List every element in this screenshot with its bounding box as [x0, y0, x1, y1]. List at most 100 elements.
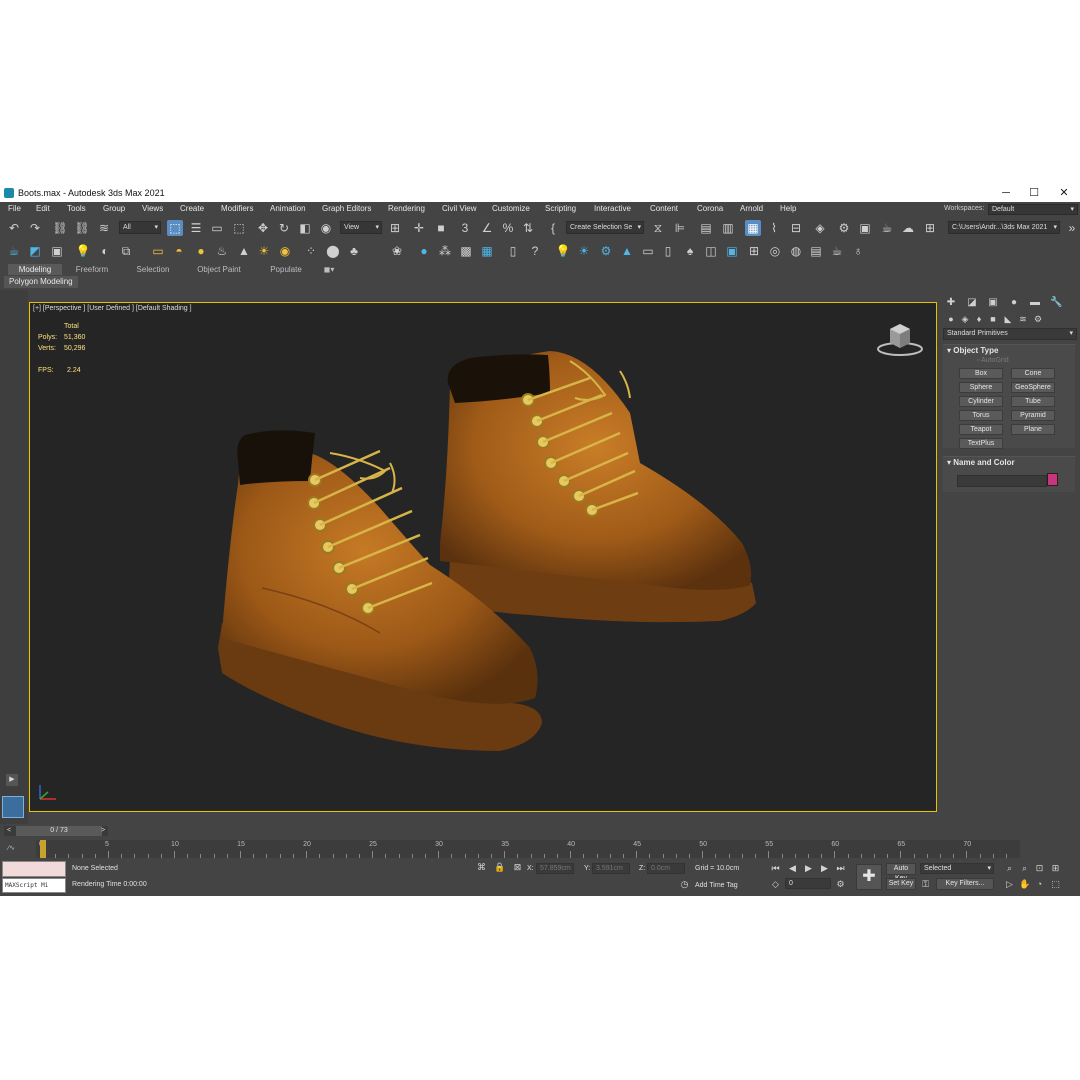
workspaces-select[interactable]: Default ▾: [988, 204, 1078, 215]
scale-icon[interactable]: ◧: [297, 220, 313, 236]
mirror-icon[interactable]: ⧖: [650, 220, 666, 236]
scatter-icon[interactable]: ⁘: [303, 243, 319, 259]
space-warps-icon[interactable]: ≋: [1018, 314, 1028, 324]
x-coordinate-field[interactable]: 57.859cm: [536, 863, 574, 874]
plant-icon[interactable]: ❀: [389, 243, 405, 259]
category-dropdown[interactable]: Standard Primitives ▾: [943, 328, 1077, 340]
arnold-bulb-icon[interactable]: ♁: [850, 243, 866, 259]
texture-icon[interactable]: ▩: [458, 243, 474, 259]
menu-graph-editors[interactable]: Graph Editors: [322, 204, 371, 213]
zoom-extents-all-icon[interactable]: ⊞: [1050, 863, 1061, 874]
sphere-button[interactable]: Sphere: [959, 382, 1003, 393]
maxscript-mini-listener[interactable]: MAXScript Mi: [2, 878, 66, 893]
reference-coordinate-dropdown[interactable]: View ▾: [340, 221, 382, 234]
undo-icon[interactable]: ↶: [6, 220, 22, 236]
arnold-mesh-light-icon[interactable]: ⚙: [598, 243, 614, 259]
time-configuration-icon[interactable]: ⚙: [835, 879, 846, 890]
maximize-viewport-icon[interactable]: ⬚: [1050, 879, 1061, 890]
lights-icon[interactable]: ♦: [974, 314, 984, 324]
previous-frame-icon[interactable]: ◀: [787, 863, 798, 874]
select-manipulate-icon[interactable]: ✛: [411, 220, 427, 236]
box-button[interactable]: Box: [959, 368, 1003, 379]
pyramid-button[interactable]: Pyramid: [1011, 410, 1055, 421]
arnold-denoise-icon[interactable]: ◍: [788, 243, 804, 259]
name-and-color-title[interactable]: ▾ Name and Color: [947, 458, 1015, 467]
textplus-button[interactable]: TextPlus: [959, 438, 1003, 449]
teapot-icon[interactable]: ☕: [6, 243, 22, 259]
menu-animation[interactable]: Animation: [270, 204, 306, 213]
tree-icon[interactable]: ♣: [346, 243, 362, 259]
scene-explorer-icon[interactable]: ▦: [745, 220, 761, 236]
curve-editor-icon[interactable]: ⌇: [766, 220, 782, 236]
named-selection-dropdown[interactable]: Create Selection Se ▾: [566, 221, 644, 234]
image-icon[interactable]: ▦: [479, 243, 495, 259]
arnold-ring-icon[interactable]: ◎: [767, 243, 783, 259]
tab-freeform[interactable]: Freeform: [66, 264, 118, 275]
ribbon-options-icon[interactable]: ◼▾: [318, 264, 340, 275]
pot-icon[interactable]: ♨: [214, 243, 230, 259]
arnold-cube-icon[interactable]: ▤: [808, 243, 824, 259]
redo-icon[interactable]: ↷: [27, 220, 43, 236]
object-type-title[interactable]: ▾ Object Type: [947, 346, 998, 355]
select-object-icon[interactable]: ⬚: [167, 220, 183, 236]
current-frame-marker[interactable]: [40, 840, 46, 858]
minimize-button[interactable]: ─: [995, 186, 1017, 200]
zoom-all-icon[interactable]: ⌕: [1019, 863, 1030, 874]
autogrid-checkbox[interactable]: ▫ AutoGrid: [977, 357, 1009, 364]
menu-rendering[interactable]: Rendering: [388, 204, 425, 213]
lock-selection-icon[interactable]: 🔒: [494, 862, 505, 873]
track-bar[interactable]: 0510152025303540455055606570: [36, 840, 1020, 858]
keyboard-shortcut-icon[interactable]: ■: [433, 220, 449, 236]
disk-light-icon[interactable]: ◉: [277, 243, 293, 259]
utilities-tab-icon[interactable]: 🔧: [1050, 297, 1062, 309]
current-frame-field[interactable]: 0: [785, 878, 831, 889]
angle-snap-icon[interactable]: ∠: [479, 220, 495, 236]
field-of-view-icon[interactable]: ▷: [1004, 879, 1015, 890]
tube-button[interactable]: Tube: [1011, 396, 1055, 407]
viewport-layout-tab[interactable]: [2, 796, 24, 818]
arnold-skydome-icon[interactable]: ☀: [576, 243, 592, 259]
time-tag-icon[interactable]: ◷: [679, 879, 690, 890]
go-to-end-icon[interactable]: ⏭: [835, 863, 846, 874]
proxy-icon[interactable]: ⬤: [325, 243, 341, 259]
pan-icon[interactable]: ✋: [1019, 879, 1030, 890]
polygon-modeling-panel[interactable]: Polygon Modeling: [4, 276, 78, 288]
geometry-icon[interactable]: ●: [946, 314, 956, 324]
camera-icon[interactable]: ◐: [97, 243, 113, 259]
spinner-snap-icon[interactable]: ⇅: [520, 220, 536, 236]
menu-create[interactable]: Create: [180, 204, 204, 213]
teapot-button[interactable]: Teapot: [959, 424, 1003, 435]
menu-scripting[interactable]: Scripting: [545, 204, 576, 213]
next-frame-icon[interactable]: ▶: [819, 863, 830, 874]
layer-explorer-icon[interactable]: ▤: [698, 220, 714, 236]
pivot-center-icon[interactable]: ⊞: [387, 220, 403, 236]
absolute-mode-icon[interactable]: ⊠: [512, 862, 523, 873]
tab-selection[interactable]: Selection: [126, 264, 180, 275]
motion-tab-icon[interactable]: ●: [1008, 297, 1020, 309]
menu-corona[interactable]: Corona: [697, 204, 723, 213]
window-crossing-icon[interactable]: ⬚: [231, 220, 247, 236]
tab-object-paint[interactable]: Object Paint: [188, 264, 250, 275]
help-icon[interactable]: ?: [527, 243, 543, 259]
maxscript-listener-output[interactable]: [2, 861, 66, 877]
object-name-field[interactable]: [957, 475, 1047, 487]
play-icon[interactable]: ▶: [803, 863, 814, 874]
move-icon[interactable]: ✥: [255, 220, 271, 236]
menu-tools[interactable]: Tools: [67, 204, 86, 213]
cameras-icon[interactable]: ■: [988, 314, 998, 324]
menu-views[interactable]: Views: [142, 204, 163, 213]
schematic-view-icon[interactable]: ⊟: [788, 220, 804, 236]
helpers-icon[interactable]: ◣: [1003, 314, 1013, 324]
arnold-shader-icon[interactable]: ◫: [703, 243, 719, 259]
cone-button[interactable]: Cone: [1011, 368, 1055, 379]
render-in-cloud-icon[interactable]: ☁: [900, 220, 916, 236]
set-key-button[interactable]: Set Key: [886, 878, 916, 890]
cylinder-button[interactable]: Cylinder: [959, 396, 1003, 407]
menu-edit[interactable]: Edit: [36, 204, 50, 213]
dome-light-icon[interactable]: ◓: [171, 243, 187, 259]
menu-help[interactable]: Help: [780, 204, 796, 213]
link-icon[interactable]: ⛓: [52, 220, 68, 236]
geosphere-button[interactable]: GeoSphere: [1011, 382, 1055, 393]
edit-named-selection-icon[interactable]: {: [545, 220, 561, 236]
set-keys-icon[interactable]: ✚: [856, 864, 882, 890]
